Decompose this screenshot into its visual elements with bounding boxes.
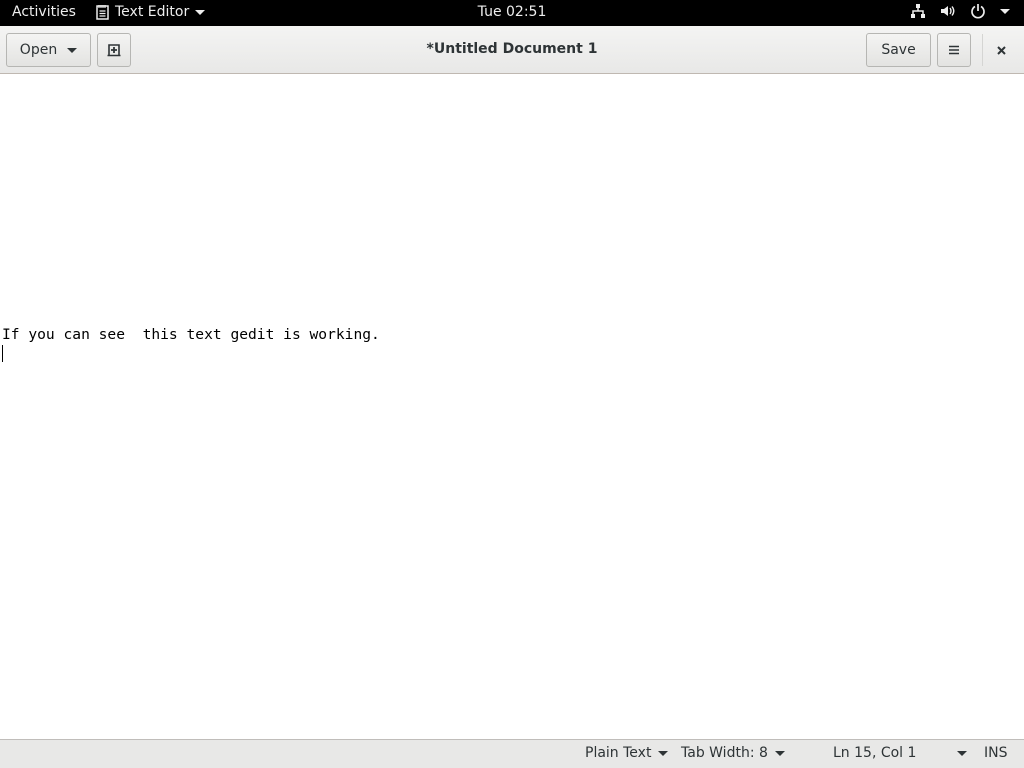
app-menu[interactable]: Text Editor	[96, 4, 206, 20]
tab-width-selector[interactable]: Tab Width: 8	[681, 745, 785, 761]
insert-mode-indicator[interactable]: INS	[984, 745, 1008, 761]
activities-button[interactable]: Activities	[12, 4, 76, 20]
chevron-down-icon	[658, 750, 669, 756]
cursor-position-label: Ln 15, Col 1	[833, 745, 917, 761]
clock[interactable]: Tue 02:51	[478, 4, 547, 20]
language-label: Plain Text	[585, 745, 652, 761]
chevron-down-icon	[67, 47, 78, 53]
text-line: If you can see this text gedit is workin…	[2, 326, 380, 344]
language-selector[interactable]: Plain Text	[585, 745, 669, 761]
close-icon	[996, 45, 1006, 55]
status-bar: Plain Text Tab Width: 8 Ln 15, Col 1 INS	[0, 739, 1024, 768]
notepad-icon	[96, 5, 109, 20]
new-document-button[interactable]	[97, 33, 131, 67]
hamburger-icon	[949, 45, 959, 55]
save-button[interactable]: Save	[866, 33, 931, 67]
chevron-down-icon	[774, 750, 785, 756]
close-button[interactable]	[985, 33, 1017, 67]
new-tab-icon	[107, 44, 121, 57]
chevron-down-icon	[195, 9, 206, 15]
open-label: Open	[19, 42, 58, 58]
volume-icon	[941, 6, 955, 16]
chevron-down-icon	[1000, 8, 1010, 14]
open-button[interactable]: Open	[6, 33, 91, 67]
power-icon	[971, 4, 985, 19]
cursor-position-selector[interactable]: Ln 15, Col 1	[833, 745, 968, 761]
menu-button[interactable]	[937, 33, 971, 67]
save-label: Save	[881, 42, 916, 58]
top-bar: Activities Text Editor Tue 02:51	[0, 0, 1024, 26]
text-cursor	[2, 344, 3, 362]
text-editor[interactable]: If you can see this text gedit is workin…	[0, 75, 1024, 739]
separator	[982, 34, 983, 66]
app-name: Text Editor	[115, 4, 190, 20]
insert-mode-label: INS	[984, 745, 1008, 761]
chevron-down-icon	[957, 750, 968, 756]
network-icon	[911, 4, 925, 18]
system-menu[interactable]	[910, 3, 1010, 19]
header-bar: Open *Untitled Document 1 Save	[0, 26, 1024, 74]
tab-width-label: Tab Width: 8	[681, 745, 768, 761]
